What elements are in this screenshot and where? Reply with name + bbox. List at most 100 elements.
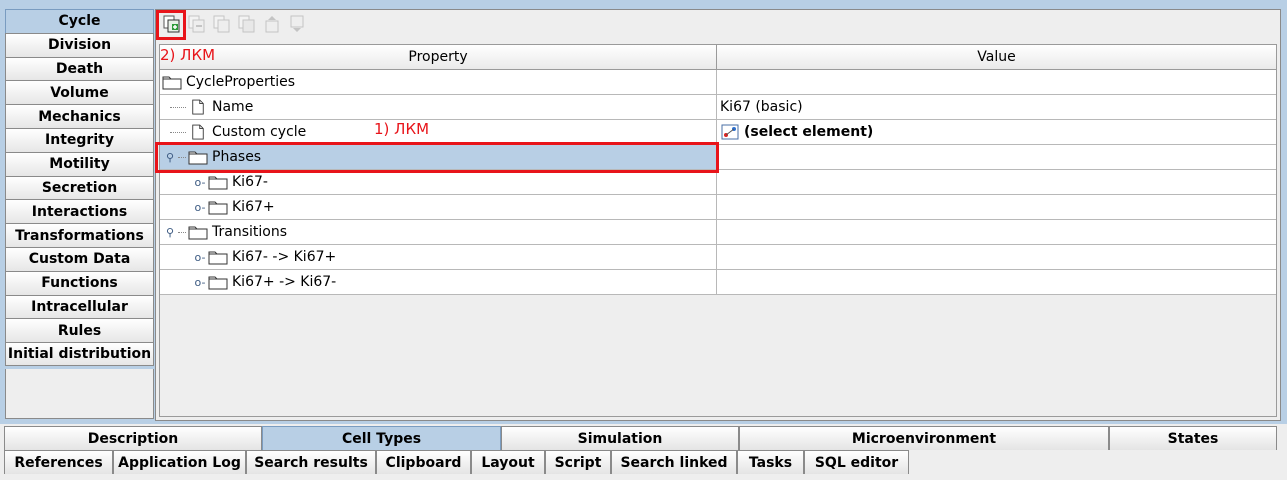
tab-layout[interactable]: Layout: [471, 450, 545, 474]
tab-references[interactable]: References: [4, 450, 113, 474]
tree-item-label: Ki67-: [232, 174, 268, 190]
value-cell: [717, 270, 1276, 294]
phases-row-highlight: [155, 142, 719, 173]
file-icon: [188, 98, 208, 116]
tab-intracellular[interactable]: Intracellular: [5, 294, 154, 319]
tree-connector: [170, 131, 186, 133]
property-cell: Custom cycle 1) ЛКМ: [160, 120, 717, 144]
value-cell: [717, 195, 1276, 219]
tab-death[interactable]: Death: [5, 56, 154, 81]
property-column-header[interactable]: Property: [160, 45, 717, 69]
add-button-highlight: [156, 10, 186, 40]
step-2-annotation: 2) ЛКМ: [160, 46, 216, 64]
tree-item-label: Ki67- -> Ki67+: [232, 249, 337, 265]
tab-cell-types[interactable]: Cell Types: [262, 426, 501, 450]
folder-icon: [208, 173, 228, 191]
move-up-button[interactable]: [261, 13, 283, 35]
copy-element-icon: [213, 15, 230, 33]
tab-motility[interactable]: Motility: [5, 151, 154, 176]
property-cell: o- Ki67+: [160, 195, 717, 219]
file-icon: [188, 123, 208, 141]
table-row[interactable]: o- Ki67- -> Ki67+: [160, 245, 1276, 270]
tree-item-label: Ki67+: [232, 199, 275, 215]
document-tabs-row-1: Description Cell Types Simulation Microe…: [4, 426, 1283, 450]
tree-connector: [170, 106, 186, 108]
folder-icon: [162, 73, 182, 91]
step-1-annotation: 1) ЛКМ: [374, 120, 430, 138]
tab-integrity[interactable]: Integrity: [5, 127, 154, 152]
tab-description[interactable]: Description: [4, 426, 262, 450]
property-cell: CycleProperties: [160, 70, 717, 94]
move-down-icon: [290, 15, 304, 32]
value-cell: [717, 70, 1276, 94]
property-cell: o- Ki67- -> Ki67+: [160, 245, 717, 269]
tab-interactions[interactable]: Interactions: [5, 199, 154, 224]
folder-icon: [188, 223, 208, 241]
tree-expand-icon[interactable]: o-: [192, 174, 208, 190]
tab-clipboard[interactable]: Clipboard: [376, 450, 471, 474]
tab-tasks[interactable]: Tasks: [737, 450, 804, 474]
tab-volume[interactable]: Volume: [5, 80, 154, 105]
value-cell[interactable]: Ki67 (basic): [717, 95, 1276, 119]
tab-transformations[interactable]: Transformations: [5, 223, 154, 247]
tab-initial-distribution[interactable]: Initial distribution: [5, 342, 154, 366]
tabs-filler: [5, 369, 154, 419]
tab-functions[interactable]: Functions: [5, 270, 154, 295]
duplicate-element-icon: [238, 15, 255, 33]
tab-application-log[interactable]: Application Log: [113, 450, 246, 474]
tab-mechanics[interactable]: Mechanics: [5, 104, 154, 128]
property-cell: Name: [160, 95, 717, 119]
folder-icon: [208, 198, 228, 216]
tree-item-label: Ki67+ -> Ki67-: [232, 274, 337, 290]
tab-division[interactable]: Division: [5, 32, 154, 57]
tab-states[interactable]: States: [1109, 426, 1277, 450]
move-down-button[interactable]: [286, 13, 308, 35]
property-cell: o- Ki67+ -> Ki67-: [160, 270, 717, 294]
tree-expand-icon[interactable]: o-: [192, 274, 208, 290]
properties-table: Property Value CycleProperties Name Ki67…: [159, 44, 1277, 417]
value-cell: [717, 170, 1276, 194]
value-cell[interactable]: (select element): [717, 120, 1276, 144]
tab-search-linked[interactable]: Search linked: [611, 450, 737, 474]
cycle-panel: Property Value CycleProperties Name Ki67…: [155, 9, 1281, 421]
table-row[interactable]: Name Ki67 (basic): [160, 95, 1276, 120]
tab-script[interactable]: Script: [545, 450, 611, 474]
duplicate-element-button[interactable]: [236, 13, 258, 35]
table-row[interactable]: ⚲ Transitions: [160, 220, 1276, 245]
tab-simulation[interactable]: Simulation: [501, 426, 739, 450]
table-row[interactable]: o- Ki67+: [160, 195, 1276, 220]
tree-expand-icon[interactable]: o-: [192, 199, 208, 215]
tab-custom-data[interactable]: Custom Data: [5, 246, 154, 271]
move-up-icon: [265, 16, 279, 33]
select-element-label[interactable]: (select element): [744, 124, 873, 140]
folder-icon: [208, 273, 228, 291]
remove-element-button[interactable]: [186, 13, 208, 35]
tree-connector: [178, 231, 186, 233]
tab-secretion[interactable]: Secretion: [5, 175, 154, 200]
remove-element-icon: [188, 15, 205, 33]
folder-icon: [208, 248, 228, 266]
tree-expand-icon[interactable]: o-: [192, 249, 208, 265]
value-column-header[interactable]: Value: [717, 45, 1276, 69]
tab-sql-editor[interactable]: SQL editor: [804, 450, 909, 474]
select-element-icon[interactable]: [720, 123, 740, 141]
copy-element-button[interactable]: [211, 13, 233, 35]
table-row[interactable]: o- Ki67+ -> Ki67-: [160, 270, 1276, 295]
cell-type-section-tabs: Cycle Division Death Volume Mechanics In…: [5, 9, 154, 366]
property-cell: ⚲ Transitions: [160, 220, 717, 244]
value-cell: [717, 245, 1276, 269]
toolbar: [156, 10, 1280, 44]
tab-cycle[interactable]: Cycle: [5, 9, 154, 33]
tree-item-label: Custom cycle: [212, 124, 307, 140]
value-cell: [717, 145, 1276, 169]
tab-microenvironment[interactable]: Microenvironment: [739, 426, 1109, 450]
tree-item-label: Name: [212, 99, 254, 115]
table-row[interactable]: CycleProperties: [160, 70, 1276, 95]
value-cell: [717, 220, 1276, 244]
tab-search-results[interactable]: Search results: [246, 450, 376, 474]
tree-collapse-icon[interactable]: ⚲: [162, 224, 178, 240]
tab-rules[interactable]: Rules: [5, 318, 154, 343]
table-header: Property Value: [160, 45, 1276, 70]
table-row[interactable]: o- Ki67-: [160, 170, 1276, 195]
tree-item-label: Transitions: [212, 224, 287, 240]
